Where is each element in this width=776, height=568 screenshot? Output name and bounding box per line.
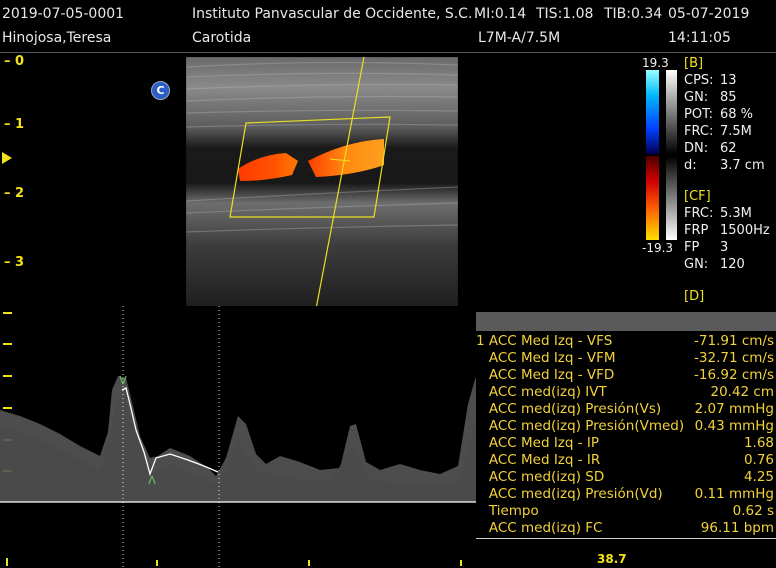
header-divider xyxy=(0,52,776,53)
cf-section-title: [CF] xyxy=(684,189,711,204)
measurement-value: 0.11 mmHg xyxy=(694,486,774,502)
measurement-panel-header xyxy=(476,312,776,331)
measurement-value: 96.11 bpm xyxy=(700,520,774,536)
cf-param-label: FRP xyxy=(684,223,709,238)
measurement-row[interactable]: ACC med(izq) FC 96.11 bpm xyxy=(476,520,776,537)
bmode-param-value: 13 xyxy=(720,73,737,88)
measurement-row[interactable]: ACC Med Izq - VFD -16.92 cm/s xyxy=(476,367,776,384)
bmode-param-label: GN: xyxy=(684,90,709,105)
focus-marker-icon[interactable] xyxy=(2,152,12,164)
patient-name: Hinojosa,Teresa xyxy=(2,30,112,46)
bmode-param-label: d: xyxy=(684,158,697,173)
measurement-row[interactable]: ACC med(izq) Presión(Vd) 0.11 mmHg xyxy=(476,486,776,503)
measurement-panel-divider xyxy=(476,538,776,539)
measurement-row[interactable]: ACC Med Izq - VFM -32.71 cm/s xyxy=(476,350,776,367)
color-scale-min: -19.3 xyxy=(642,241,674,255)
svg-text:Λ: Λ xyxy=(148,474,156,487)
measurement-row[interactable]: ACC med(izq) Presión(Vmed) 0.43 mmHg xyxy=(476,418,776,435)
cf-param-value: 5.3M xyxy=(720,206,752,221)
probe-info: L7M-A/7.5M xyxy=(478,30,561,46)
doppler-spectrum[interactable]: V Λ xyxy=(0,306,476,568)
cf-param-value: 120 xyxy=(720,257,745,272)
measurement-row[interactable]: ACC Med Izq - IR 0.76 xyxy=(476,452,776,469)
cf-param-label: FP xyxy=(684,240,700,255)
svg-text:V: V xyxy=(119,374,127,387)
institution-name: Instituto Panvascular de Occidente, S.C. xyxy=(192,6,473,22)
measurement-label: ACC Med Izq - IR xyxy=(476,452,601,468)
measurement-value: 0.43 mmHg xyxy=(694,418,774,434)
measurement-row[interactable]: ACC med(izq) Presión(Vs) 2.07 mmHg xyxy=(476,401,776,418)
color-velocity-bar-positive xyxy=(646,156,659,240)
depth-label-1: – 1 xyxy=(4,117,25,132)
measurement-row[interactable]: ACC Med Izq - IP 1.68 xyxy=(476,435,776,452)
measurement-row[interactable]: Tiempo 0.62 s xyxy=(476,503,776,520)
bmode-param-label: POT: xyxy=(684,107,713,122)
exam-type: Carotida xyxy=(192,30,252,46)
color-velocity-bar-negative xyxy=(646,70,659,154)
bmode-param-label: DN: xyxy=(684,141,709,156)
measurement-row[interactable]: 1 ACC Med Izq - VFS -71.91 cm/s xyxy=(476,333,776,350)
measurement-label: 1 ACC Med Izq - VFS xyxy=(476,333,613,349)
measurement-value: -32.71 cm/s xyxy=(694,350,774,366)
measurement-value: 0.76 xyxy=(743,452,774,468)
bmode-param-value: 3.7 cm xyxy=(720,158,765,173)
bmode-param-value: 68 % xyxy=(720,107,754,122)
measurement-value: -71.91 cm/s xyxy=(694,333,774,349)
measurement-label: ACC med(izq) Presión(Vd) xyxy=(476,486,663,502)
patient-id: 2019-07-05-0001 xyxy=(2,6,125,22)
measurement-row[interactable]: ACC med(izq) SD 4.25 xyxy=(476,469,776,486)
bmode-image[interactable] xyxy=(186,57,458,309)
doppler-section-title: [D] xyxy=(684,289,705,304)
time-scale-value: 38.7 xyxy=(597,552,627,566)
mi-index: MI:0.14 xyxy=(474,6,527,22)
measurement-value: 1.68 xyxy=(743,435,774,451)
gray-scale-bar-top xyxy=(666,70,677,154)
measurement-value: 2.07 mmHg xyxy=(694,401,774,417)
bmode-param-value: 7.5M xyxy=(720,124,752,139)
measurement-value: -16.92 cm/s xyxy=(694,367,774,383)
gray-scale-bar-bottom xyxy=(666,156,677,240)
measurement-label: Tiempo xyxy=(476,503,539,519)
cf-param-value: 1500Hz xyxy=(720,223,770,238)
measurement-value: 4.25 xyxy=(743,469,774,485)
measurement-label: ACC Med Izq - VFD xyxy=(476,367,615,383)
bmode-param-label: CPS: xyxy=(684,73,714,88)
measurement-label: ACC med(izq) IVT xyxy=(476,384,607,400)
measurement-label: ACC med(izq) Presión(Vs) xyxy=(476,401,662,417)
measurement-label: ACC med(izq) FC xyxy=(476,520,603,536)
measurement-label: ACC med(izq) SD xyxy=(476,469,605,485)
depth-label-3: – 3 xyxy=(4,255,25,270)
bmode-param-value: 62 xyxy=(720,141,737,156)
color-scale-max: 19.3 xyxy=(642,56,669,70)
exam-time: 14:11:05 xyxy=(668,30,731,46)
measurement-label: ACC Med Izq - VFM xyxy=(476,350,616,366)
measurement-label: ACC med(izq) Presión(Vmed) xyxy=(476,418,685,434)
bmode-section-title: [B] xyxy=(684,56,704,71)
measurement-value: 20.42 cm xyxy=(710,384,774,400)
measurement-value: 0.62 s xyxy=(732,503,774,519)
exam-date: 05-07-2019 xyxy=(668,6,750,22)
cf-param-label: GN: xyxy=(684,257,709,272)
tis-index: TIS:1.08 xyxy=(536,6,594,22)
depth-label-2: – 2 xyxy=(4,186,25,201)
tib-index: TIB:0.34 xyxy=(604,6,663,22)
bmode-param-value: 85 xyxy=(720,90,737,105)
measurement-label: ACC Med Izq - IP xyxy=(476,435,600,451)
depth-label-0: – 0 xyxy=(4,54,25,69)
cf-param-value: 3 xyxy=(720,240,729,255)
cf-param-label: FRC: xyxy=(684,206,714,221)
color-mode-badge[interactable]: C xyxy=(151,81,170,100)
bmode-param-label: FRC: xyxy=(684,124,714,139)
measurement-row[interactable]: ACC med(izq) IVT 20.42 cm xyxy=(476,384,776,401)
